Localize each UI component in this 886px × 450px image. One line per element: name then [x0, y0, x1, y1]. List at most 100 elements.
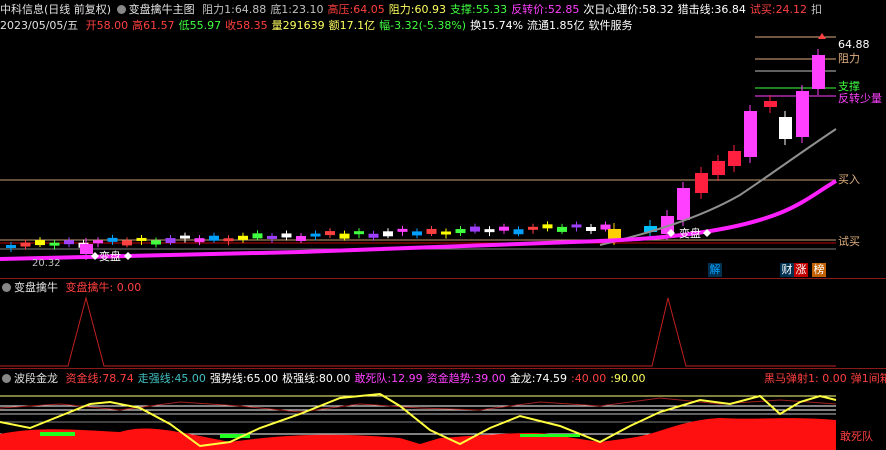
news-badge[interactable]: 解	[708, 263, 722, 277]
header-item-label: 高压:	[327, 3, 354, 16]
header-item-1: 底1:23.10	[270, 3, 323, 16]
quote-item-value: 291639	[282, 19, 325, 32]
candle-large	[744, 111, 757, 157]
quote-item-label: 低	[178, 19, 190, 32]
header-item-3: 阻力:60.93	[389, 3, 446, 16]
price-tag-top: 64.88	[838, 38, 870, 51]
level-label-resistance: 阻力	[838, 52, 860, 65]
header-item-5: 反转价:52.85	[511, 3, 579, 16]
panel3-title[interactable]: 波段金龙	[14, 372, 58, 385]
panel-separator-2	[0, 368, 886, 369]
panel3-right-values: 黑马弹射1: 0.00 弹1间箱	[760, 372, 886, 385]
quote-item-label: 高	[132, 19, 144, 32]
quote-item-value: 58.35	[236, 19, 268, 32]
level-label-buy: 买入	[838, 173, 860, 186]
header-item-label: 猎击线:	[677, 3, 715, 16]
quote-item-2: 低55.97	[179, 19, 222, 32]
candle-large	[80, 244, 93, 254]
candle-large	[796, 91, 809, 137]
header-indicator-values: 阻力1:64.88 底1:23.10 高压:64.05 阻力:60.93 支撑:55.3…	[198, 3, 822, 16]
panel3-item-label: 走强线:	[137, 372, 175, 385]
green-bar	[520, 434, 580, 437]
panel3-item-5: 资金趋势:39.00	[427, 372, 506, 385]
header-item-label: 底1:	[270, 3, 293, 16]
quote-item-value: 55.97	[189, 19, 222, 32]
panel3-item-label: 极强线:	[282, 372, 319, 385]
quote-item-8: 流通1.85亿	[527, 19, 585, 32]
indicator-name[interactable]: 变盘擒牛主图	[129, 3, 195, 16]
quote-item-label: 额	[328, 19, 340, 32]
panel3-item-value: 12.99	[391, 372, 423, 385]
panel3-legend-bottom: 敢死队	[840, 430, 873, 443]
quote-item-value: 15.74%	[481, 19, 524, 32]
header-item-label: 反转价:	[511, 3, 548, 16]
panel3-header: 波段金龙 资金线:78.74 走强线:45.00 强势线:65.00 极强线:80.0…	[0, 371, 645, 387]
ma-line-gray	[599, 128, 837, 246]
header-item-value: 52.85	[547, 3, 580, 16]
panel3-item-8: :90.00	[610, 372, 645, 385]
header-item-label: 支撑:	[449, 3, 476, 16]
header-item-9: 扣	[811, 3, 822, 16]
panel3-item-value: 65.00	[246, 372, 279, 385]
settings-circle-icon[interactable]	[2, 374, 11, 383]
header-item-4: 支撑:55.33	[450, 3, 507, 16]
quote-item-label: 换	[470, 19, 482, 32]
quote-item-6: 幅-3.32(-5.38%)	[379, 19, 466, 32]
header-item-value: 24.12	[775, 3, 808, 16]
settings-circle-icon[interactable]	[116, 5, 126, 14]
main-candlestick-chart[interactable]	[0, 33, 886, 278]
panel3-indicator-values: 资金线:78.74 走强线:45.00 强势线:65.00 极强线:80.00 敢死队:…	[62, 372, 646, 385]
header-item-value: 64.05	[353, 3, 385, 16]
header-row-2: 2023/05/05/五 开58.00 高61.57 低55.97 收58.35 量29…	[0, 18, 633, 33]
candle-large	[677, 188, 690, 220]
quote-item-label: 量	[271, 19, 283, 32]
header-item-6: 次日心理价:58.32	[583, 3, 673, 16]
pivot-diamond-icon	[124, 252, 132, 260]
stock-name[interactable]: 中科信息(日线 前复权)	[0, 3, 111, 16]
candle-large	[712, 161, 725, 175]
quote-item-3: 收58.35	[225, 19, 268, 32]
header-item-2: 高压:64.05	[328, 3, 385, 16]
header-item-label: 试买:	[749, 3, 776, 16]
candle-large	[812, 55, 825, 89]
panel3-item-label: 资金线:	[65, 372, 103, 385]
header-item-label: 阻力:	[388, 3, 415, 16]
candle-large	[779, 117, 792, 139]
signal-line	[0, 296, 836, 367]
quote-item-label: 幅	[379, 19, 391, 32]
news-badge[interactable]: 财	[780, 263, 794, 277]
header-row-1: 中科信息(日线 前复权) 变盘擒牛主图 阻力1:64.88 底1:23.10 高压:…	[0, 2, 822, 18]
news-badges: 解 财涨榜	[708, 263, 828, 277]
header-item-value: 58.32	[642, 3, 674, 16]
panel2-signal-chart[interactable]	[0, 280, 886, 368]
panel3-item-3: 极强线:80.00	[282, 372, 350, 385]
quote-item-5: 额17.1亿	[329, 19, 376, 32]
candle-large	[764, 101, 777, 107]
ma-line-magenta	[0, 179, 837, 261]
candle-large	[728, 151, 741, 166]
up-arrow-icon	[818, 33, 826, 39]
panel3-item-value: 45.00	[174, 372, 206, 385]
candle-large	[608, 229, 621, 239]
header-item-value: 64.88	[234, 3, 267, 16]
panel3-item-value: 90.00	[613, 372, 646, 385]
quote-item-7: 换15.74%	[470, 19, 523, 32]
quote-date: 2023/05/05/五	[0, 19, 79, 32]
panel3-right-item: 黑马弹射1: 0.00	[764, 372, 847, 385]
quote-item-label: 流通	[527, 19, 550, 32]
panel3-item-value: 80.00	[318, 372, 351, 385]
header-item-label: 次日心理价:	[583, 3, 643, 16]
panel3-item-0: 资金线:78.74	[66, 372, 134, 385]
header-item-value: 55.33	[475, 3, 508, 16]
candle-large	[695, 173, 708, 193]
panel3-item-value: 74.59	[535, 372, 568, 385]
quote-item-value: 17.1亿	[339, 19, 376, 32]
quote-item-4: 量291639	[272, 19, 325, 32]
header-item-7: 猎击线:36.84	[678, 3, 746, 16]
panel3-item-6: 金龙:74.59	[510, 372, 567, 385]
news-badge[interactable]: 涨	[794, 263, 808, 277]
panel3-item-value: 40.00	[574, 372, 607, 385]
quote-item-value: 软件服务	[588, 19, 633, 32]
news-badge[interactable]: 榜	[812, 263, 826, 277]
panel3-oscillator-chart[interactable]	[0, 386, 886, 450]
